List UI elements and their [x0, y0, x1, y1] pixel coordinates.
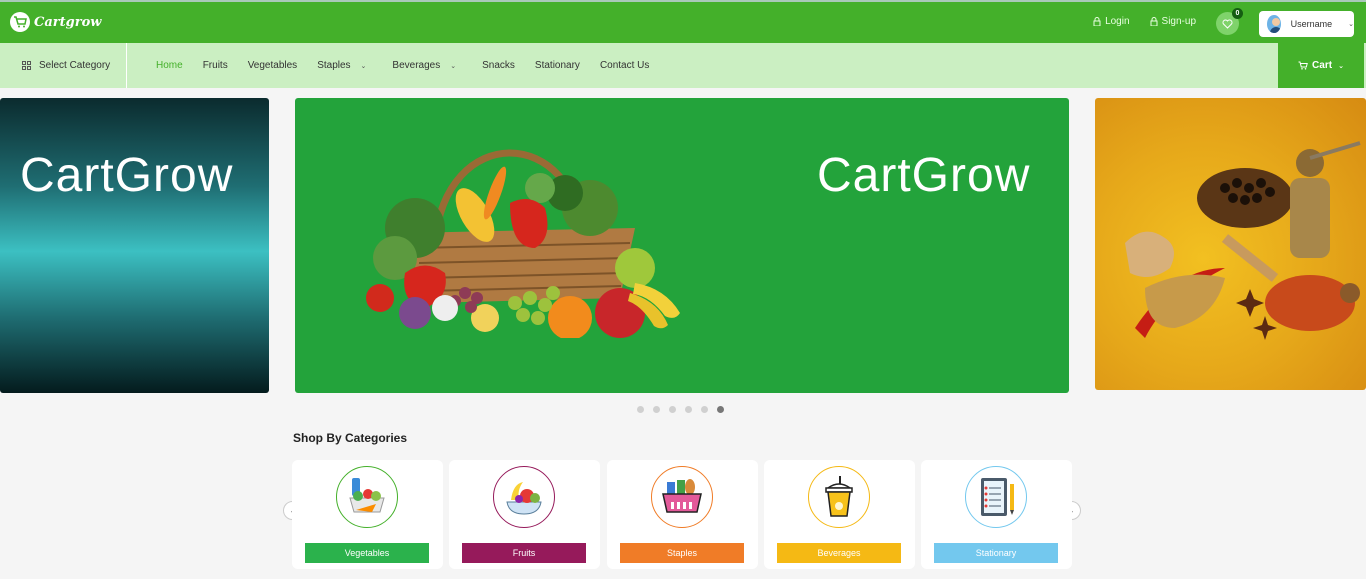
category-label: Staples — [620, 543, 744, 563]
nav-item-vegetables[interactable]: Vegetables — [248, 60, 298, 71]
wishlist-button[interactable]: 0 — [1216, 8, 1243, 35]
beverage-cup-icon — [808, 466, 870, 528]
wishlist-count-badge: 0 — [1232, 8, 1243, 19]
category-card-vegetables[interactable]: Vegetables — [292, 460, 443, 569]
nav-item-contact-us[interactable]: Contact Us — [600, 60, 649, 71]
select-category-label: Select Category — [39, 60, 111, 71]
nav-item-label: Beverages — [392, 60, 441, 71]
notebook-icon — [965, 466, 1027, 528]
avatar — [1267, 15, 1281, 33]
section-title: Shop By Categories — [293, 431, 408, 445]
carousel-slide-next[interactable] — [1095, 98, 1366, 390]
slide-brand-text: CartGrow — [817, 149, 1031, 202]
category-card-beverages[interactable]: Beverages — [764, 460, 915, 569]
category-card-fruits[interactable]: Fruits — [449, 460, 600, 569]
heart-icon — [1222, 19, 1233, 29]
chevron-down-icon: ⌄ — [360, 62, 367, 70]
chevron-down-icon: ⌄ — [1338, 62, 1344, 70]
brand-logo-text: Cartgrow — [34, 14, 102, 30]
category-label: Stationary — [934, 543, 1058, 563]
select-category-button[interactable]: Select Category — [0, 43, 127, 88]
vegetables-icon — [336, 466, 398, 528]
nav-item-label: Snacks — [482, 60, 515, 71]
nav-item-stationary[interactable]: Stationary — [535, 60, 580, 71]
category-card-staples[interactable]: Staples — [607, 460, 758, 569]
carousel-slide-previous[interactable]: CartGrow — [0, 98, 269, 393]
signup-label: Sign-up — [1161, 16, 1196, 27]
signup-link[interactable]: Sign-up — [1150, 16, 1196, 27]
carousel-dot[interactable] — [669, 406, 676, 413]
nav-item-fruits[interactable]: Fruits — [203, 60, 228, 71]
fruits-icon — [493, 466, 555, 528]
nav-item-label: Home — [156, 60, 183, 71]
carousel-dot[interactable] — [701, 406, 708, 413]
carousel-dot[interactable] — [653, 406, 660, 413]
chevron-down-icon: ⌄ — [450, 62, 457, 70]
nav-menu: Home Fruits Vegetables Staples ⌄ Beverage… — [156, 43, 649, 88]
staples-basket-icon — [651, 466, 713, 528]
spices-image — [1125, 141, 1361, 340]
nav-item-staples[interactable]: Staples ⌄ — [317, 60, 366, 71]
lock-icon — [1093, 17, 1101, 26]
carousel-dot-active[interactable] — [717, 406, 724, 413]
main-navigation: Select Category Home Fruits Vegetables S… — [0, 43, 1366, 88]
category-label: Fruits — [462, 543, 586, 563]
login-label: Login — [1105, 16, 1130, 27]
login-link[interactable]: Login — [1093, 16, 1130, 27]
cart-logo-icon — [10, 12, 30, 32]
slide-brand-text: CartGrow — [20, 149, 234, 202]
carousel-dot[interactable] — [685, 406, 692, 413]
nav-item-snacks[interactable]: Snacks — [482, 60, 515, 71]
category-card-stationary[interactable]: Stationary — [921, 460, 1072, 569]
lock-icon — [1150, 17, 1158, 26]
carousel-slide-active[interactable]: CartGrow — [295, 98, 1069, 393]
nav-item-label: Contact Us — [599, 60, 650, 71]
cart-icon — [1298, 61, 1308, 70]
nav-item-label: Vegetables — [247, 60, 298, 71]
carousel-indicators — [637, 406, 724, 413]
grid-icon — [22, 61, 31, 70]
top-header-bar: Cartgrow Login Sign-up 0 Username ⌄ — [0, 0, 1366, 43]
username-label: Username — [1290, 19, 1333, 29]
nav-item-beverages[interactable]: Beverages ⌄ — [392, 60, 456, 71]
brand-logo[interactable]: Cartgrow — [10, 12, 101, 32]
carousel-dot[interactable] — [637, 406, 644, 413]
cart-label: Cart — [1312, 60, 1333, 71]
chevron-down-icon: ⌄ — [1348, 21, 1354, 28]
nav-item-label: Staples — [317, 60, 351, 71]
user-menu-button[interactable]: Username ⌄ — [1259, 11, 1354, 37]
cart-button[interactable]: Cart ⌄ — [1278, 43, 1364, 88]
account-links: Login Sign-up — [1093, 16, 1196, 27]
category-label: Vegetables — [305, 543, 429, 563]
category-label: Beverages — [777, 543, 901, 563]
vegetable-basket-image — [366, 149, 680, 338]
nav-item-home[interactable]: Home — [156, 60, 183, 71]
nav-item-label: Fruits — [202, 60, 228, 71]
nav-item-label: Stationary — [534, 60, 580, 71]
